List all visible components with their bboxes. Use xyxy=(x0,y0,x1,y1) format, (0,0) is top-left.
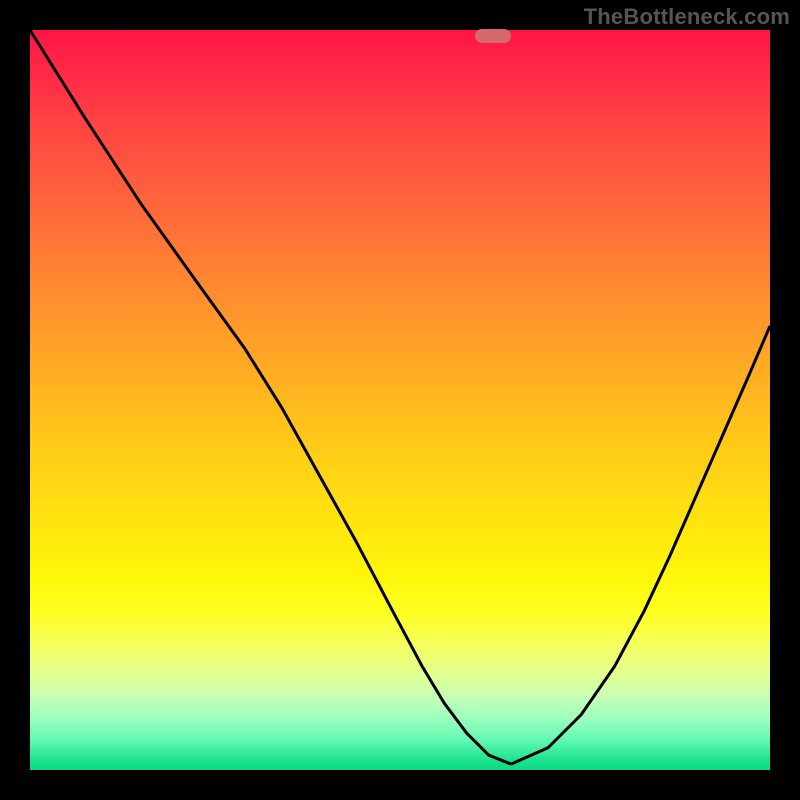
curve-right-ascent xyxy=(511,326,770,764)
plot-area xyxy=(30,30,770,770)
curves-svg xyxy=(30,30,770,770)
chart-frame: TheBottleneck.com xyxy=(0,0,800,800)
watermark-text: TheBottleneck.com xyxy=(584,4,790,30)
bottleneck-marker xyxy=(475,29,511,43)
curve-left-descent xyxy=(30,30,511,764)
